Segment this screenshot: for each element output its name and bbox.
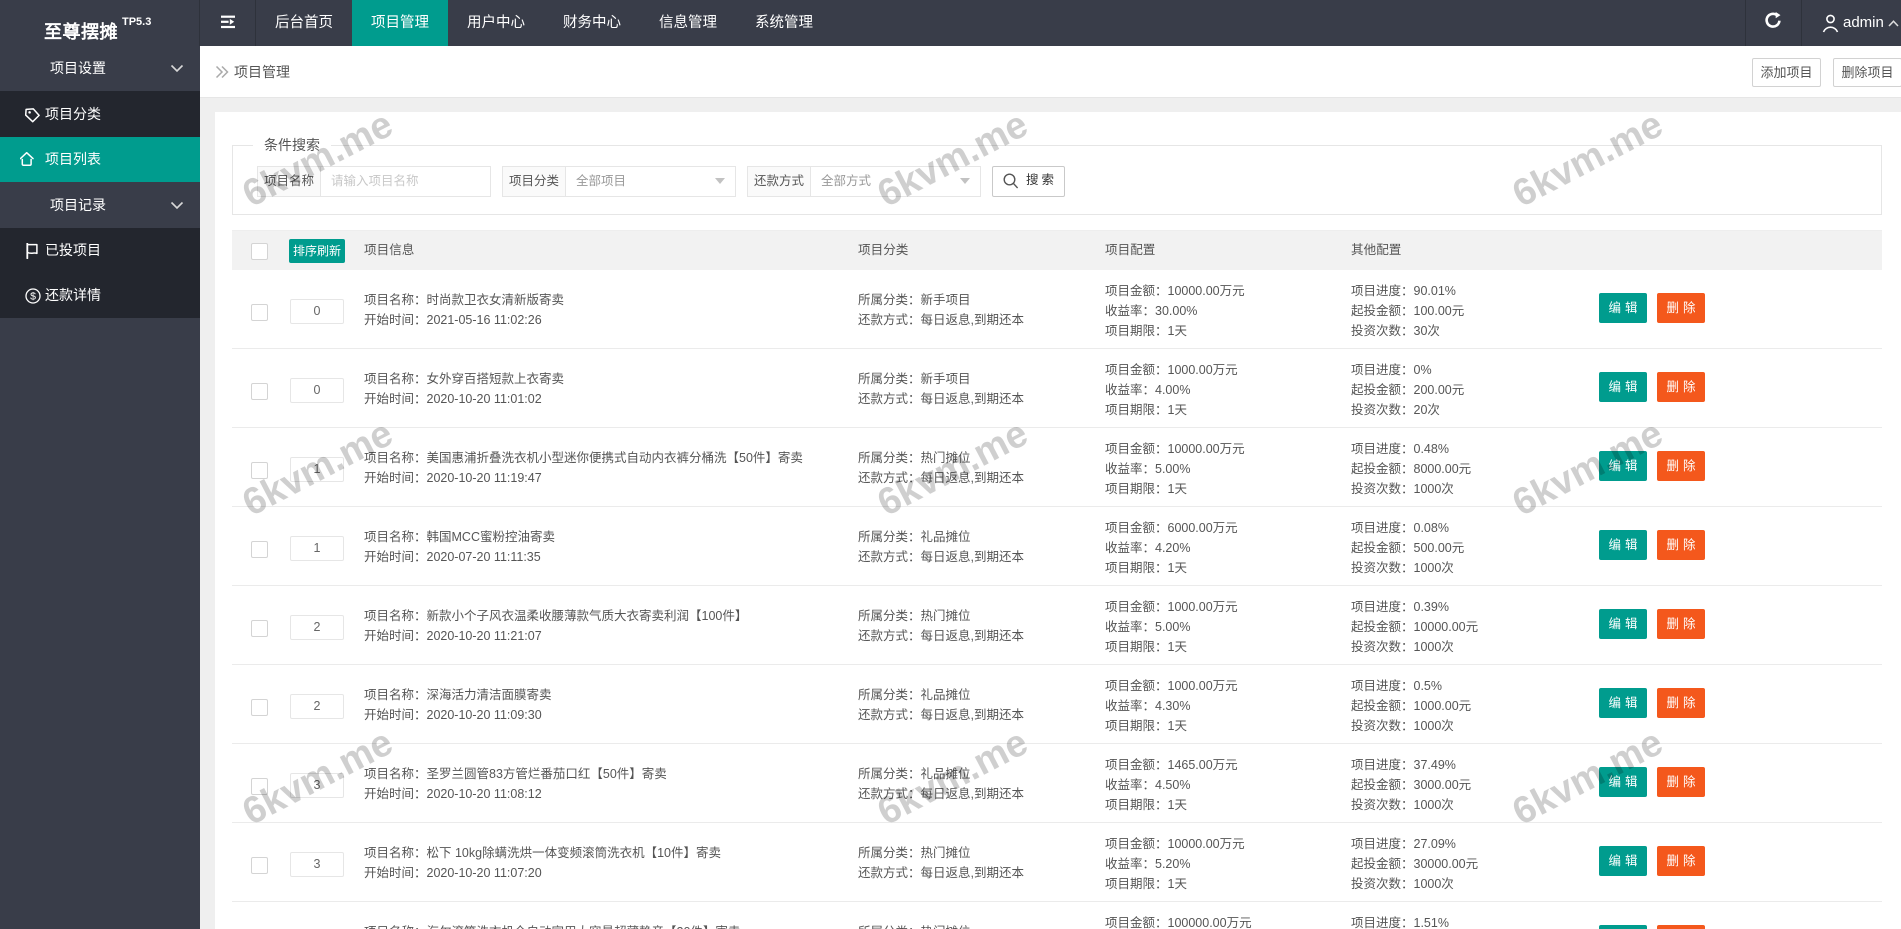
svg-text:$: $ (30, 290, 36, 302)
